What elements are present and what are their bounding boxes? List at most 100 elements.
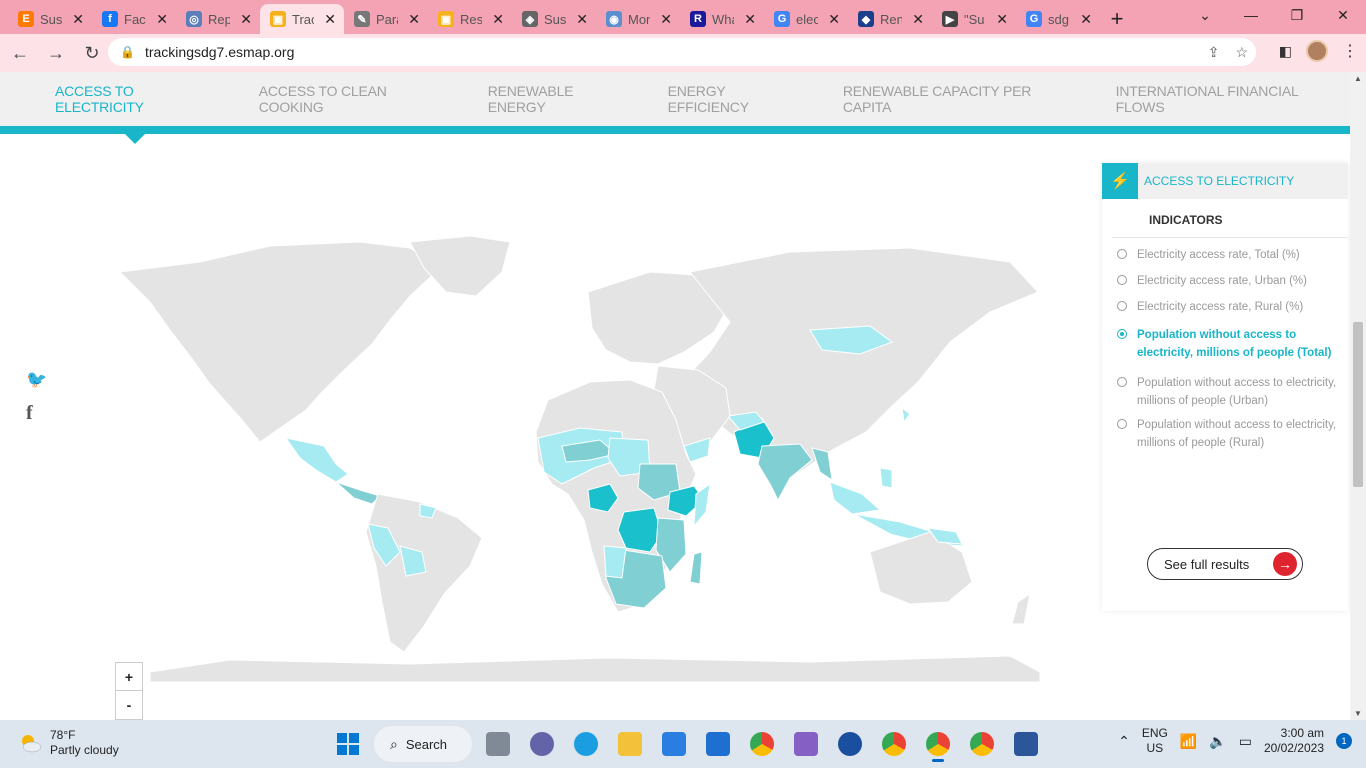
tab-close-icon[interactable]: ✕ <box>156 11 168 28</box>
tab-close-icon[interactable]: ✕ <box>408 11 420 28</box>
map-new-zealand[interactable] <box>1011 592 1031 625</box>
map-madagascar[interactable] <box>689 551 703 585</box>
radio-button[interactable] <box>1117 275 1127 285</box>
indicator-option[interactable]: Electricity access rate, Rural (%) <box>1102 298 1348 316</box>
profile-avatar[interactable] <box>1306 40 1328 62</box>
close-window-button[interactable]: ✕ <box>1320 0 1366 30</box>
indicator-option[interactable]: Population without access to electricity… <box>1102 416 1348 452</box>
zoom-out-button[interactable]: - <box>116 691 142 719</box>
map-greenland[interactable] <box>409 235 511 297</box>
reload-button[interactable]: ↻ <box>76 37 108 69</box>
bookmark-star-icon[interactable]: ☆ <box>1235 44 1248 61</box>
menu-icon[interactable]: ⋮ <box>1342 41 1358 61</box>
zoom-in-button[interactable]: + <box>116 663 142 691</box>
indicator-option[interactable]: Electricity access rate, Urban (%) <box>1102 272 1348 290</box>
edge-button[interactable] <box>568 726 604 762</box>
minimize-button[interactable]: — <box>1228 0 1274 30</box>
mail-button[interactable] <box>700 726 736 762</box>
browser-tab[interactable]: Gsdg ✕ <box>1016 4 1100 34</box>
chrome-profile-button[interactable] <box>876 726 912 762</box>
teams-button[interactable] <box>524 726 560 762</box>
browser-tab[interactable]: ✎ Para ✕ <box>344 4 428 34</box>
lock-icon[interactable]: 🔒 <box>120 45 135 59</box>
nav-tab-renewable-energy[interactable]: RENEWABLE ENERGY <box>488 83 635 115</box>
indicator-option[interactable]: Population without access to electricity… <box>1102 326 1348 362</box>
map-antarctica[interactable] <box>149 655 1040 682</box>
start-button[interactable] <box>330 726 366 762</box>
tab-close-icon[interactable]: ✕ <box>72 11 84 28</box>
chrome-button[interactable] <box>744 726 780 762</box>
tab-search-icon[interactable]: ⌄ <box>1182 0 1228 30</box>
nav-tab-international-financial-flows[interactable]: INTERNATIONAL FINANCIAL FLOWS <box>1116 83 1350 115</box>
url-bar[interactable]: 🔒 trackingsdg7.esmap.org ⇪ ☆ <box>108 38 1256 66</box>
facebook-icon[interactable]: f <box>26 402 47 425</box>
taskbar-search[interactable]: ⌕ Search <box>374 726 472 762</box>
language-indicator[interactable]: ENG US <box>1142 726 1168 756</box>
nav-tab-renewable-capacity-per-capita[interactable]: RENEWABLE CAPACITY PER CAPITA <box>843 83 1083 115</box>
browser-tab[interactable]: ▣ Res ✕ <box>428 4 512 34</box>
indicator-option[interactable]: Electricity access rate, Total (%) <box>1102 246 1348 264</box>
radio-button[interactable] <box>1117 329 1127 339</box>
map-south-america[interactable] <box>365 493 483 653</box>
tab-close-icon[interactable]: ✕ <box>744 11 756 28</box>
browser-tab[interactable]: f Face ✕ <box>92 4 176 34</box>
restore-button[interactable]: ❐ <box>1274 0 1320 30</box>
map-southeast-asia[interactable] <box>829 481 882 515</box>
task-view-button[interactable] <box>480 726 516 762</box>
browser-tab[interactable]: R Wha ✕ <box>680 4 764 34</box>
indicator-option[interactable]: Population without access to electricity… <box>1102 374 1348 410</box>
radio-button[interactable] <box>1117 301 1127 311</box>
back-button[interactable]: ← <box>4 37 36 69</box>
nav-tab-access-to-clean-cooking[interactable]: ACCESS TO CLEAN COOKING <box>259 83 455 115</box>
side-panel-icon[interactable]: ◧ <box>1279 43 1292 60</box>
twitter-icon[interactable]: 🐦 <box>26 370 47 390</box>
map-central-america[interactable] <box>335 481 381 505</box>
browser-tab[interactable]: ▣ Trac ✕ <box>260 4 344 34</box>
volume-icon[interactable]: 🔈 <box>1209 733 1226 750</box>
map-north-america[interactable] <box>118 241 441 443</box>
map-mexico[interactable] <box>284 437 349 483</box>
radio-button[interactable] <box>1117 419 1127 429</box>
store-button[interactable] <box>656 726 692 762</box>
radio-button[interactable] <box>1117 249 1127 259</box>
app-button[interactable] <box>832 726 868 762</box>
map-myanmar[interactable] <box>811 447 833 482</box>
new-tab-button[interactable]: + <box>1100 4 1134 34</box>
file-explorer-button[interactable] <box>612 726 648 762</box>
browser-tab[interactable]: Gelec ✕ <box>764 4 848 34</box>
browser-tab[interactable]: ◎ Rep ✕ <box>176 4 260 34</box>
tab-close-icon[interactable]: ✕ <box>912 11 924 28</box>
notification-badge[interactable]: 1 <box>1336 733 1352 749</box>
scroll-down-icon[interactable]: ▼ <box>1354 709 1362 718</box>
browser-tab[interactable]: ▶ "Su ✕ <box>932 4 1016 34</box>
chevron-up-icon[interactable]: ⌃ <box>1118 733 1130 750</box>
radio-button[interactable] <box>1117 377 1127 387</box>
map-philippines[interactable] <box>879 467 893 489</box>
page-scrollbar[interactable]: ▲ ▼ <box>1350 72 1366 720</box>
tab-close-icon[interactable]: ✕ <box>660 11 672 28</box>
scrollbar-thumb[interactable] <box>1353 322 1363 487</box>
scroll-up-icon[interactable]: ▲ <box>1354 74 1362 83</box>
browser-tab[interactable]: ◈ Sust ✕ <box>512 4 596 34</box>
world-map[interactable] <box>110 232 1040 682</box>
clock[interactable]: 3:00 am 20/02/2023 <box>1264 726 1324 756</box>
see-full-results-button[interactable]: See full results → <box>1147 548 1303 580</box>
tab-close-icon[interactable]: ✕ <box>576 11 588 28</box>
weather-widget[interactable]: 78°F Partly cloudy <box>18 728 119 758</box>
nav-tab-energy-efficiency[interactable]: ENERGY EFFICIENCY <box>668 83 810 115</box>
tab-close-icon[interactable]: ✕ <box>1080 11 1092 28</box>
battery-icon[interactable]: ▭ <box>1239 733 1252 750</box>
tab-close-icon[interactable]: ✕ <box>828 11 840 28</box>
visual-studio-button[interactable] <box>788 726 824 762</box>
map-north-korea[interactable] <box>901 406 911 424</box>
tab-close-icon[interactable]: ✕ <box>324 11 336 28</box>
wifi-icon[interactable]: 📶 <box>1180 733 1197 750</box>
chrome-active-button[interactable] <box>920 726 956 762</box>
browser-tab[interactable]: ◉ Mon ✕ <box>596 4 680 34</box>
nav-tab-access-to-electricity[interactable]: ACCESS TO ELECTRICITY <box>55 83 226 115</box>
forward-button[interactable]: → <box>40 37 72 69</box>
tab-close-icon[interactable]: ✕ <box>996 11 1008 28</box>
tab-close-icon[interactable]: ✕ <box>492 11 504 28</box>
map-india[interactable] <box>757 443 813 502</box>
share-icon[interactable]: ⇪ <box>1208 44 1220 61</box>
